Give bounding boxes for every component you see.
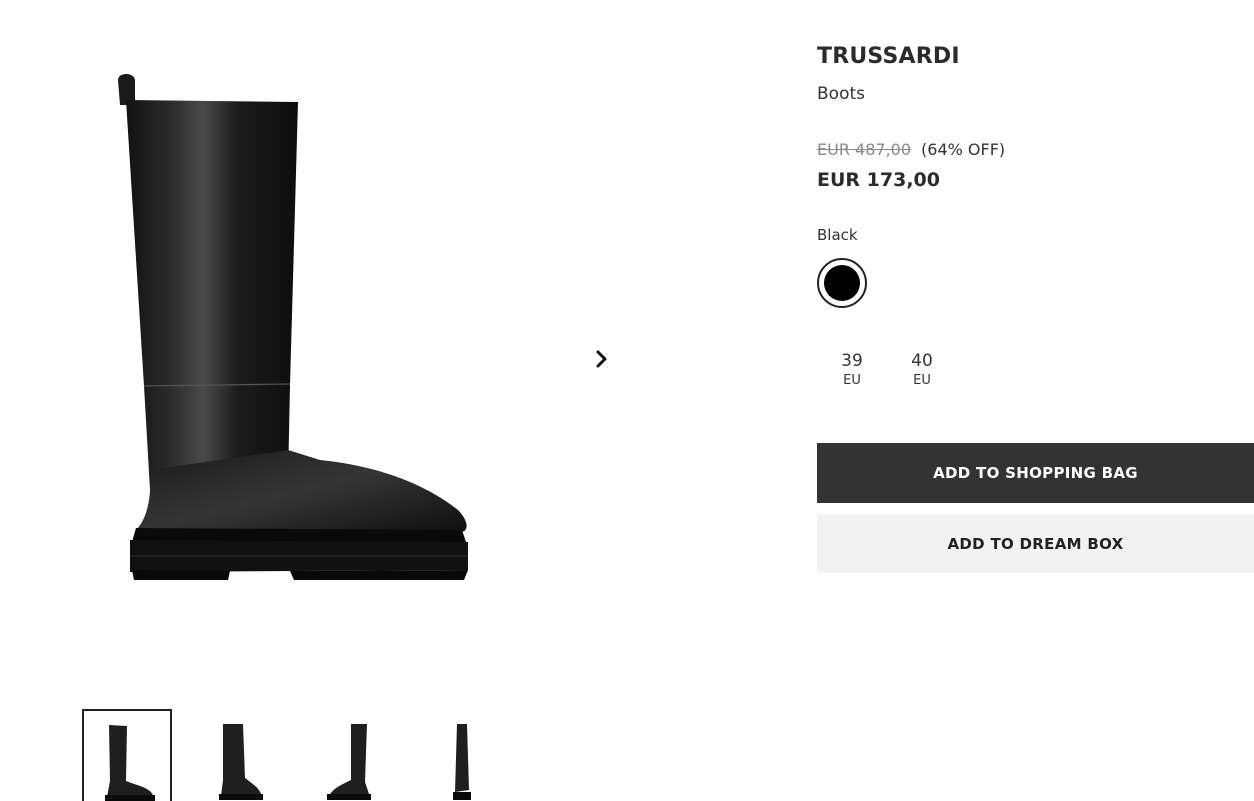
- thumbnail-4[interactable]: [418, 709, 508, 801]
- size-option-40[interactable]: 40 EU: [887, 350, 957, 390]
- color-swatch-dot: [824, 265, 860, 301]
- brand-name[interactable]: TRUSSARDI: [817, 44, 960, 69]
- original-price: EUR 487,00: [817, 140, 912, 159]
- discount-badge: (64% OFF): [921, 140, 1006, 159]
- add-to-bag-button[interactable]: ADD TO SHOPPING BAG: [817, 443, 1254, 503]
- size-value: 40: [911, 351, 933, 371]
- thumbnail-boot-side: [105, 725, 155, 801]
- size-value: 39: [841, 351, 863, 371]
- product-title: Boots: [817, 84, 865, 104]
- product-info: TRUSSARDI Boots EUR 487,00 (64% OFF) EUR…: [817, 0, 1254, 801]
- size-unit: EU: [913, 373, 931, 388]
- chevron-right-icon: [596, 350, 607, 368]
- product-gallery: [0, 0, 780, 801]
- thumbnail-boot-back: [327, 724, 371, 800]
- thumbnail-boot-front: [453, 724, 471, 800]
- color-swatch-black[interactable]: [817, 258, 867, 308]
- thumbnail-3[interactable]: [306, 709, 396, 801]
- size-option-39[interactable]: 39 EU: [817, 350, 887, 390]
- add-to-dream-box-button[interactable]: ADD TO DREAM BOX: [817, 514, 1254, 573]
- product-main-image: [80, 50, 530, 630]
- price-row: EUR 487,00 (64% OFF): [817, 140, 1005, 159]
- thumbnail-2[interactable]: [194, 709, 284, 801]
- thumbnail-strip: [82, 709, 508, 801]
- thumbnail-boot-angle: [219, 724, 263, 800]
- next-image-button[interactable]: [588, 345, 616, 373]
- color-label: Black: [817, 226, 858, 244]
- boot-image: [118, 74, 468, 580]
- thumbnail-1[interactable]: [82, 709, 172, 801]
- size-selector: 39 EU 40 EU: [817, 350, 957, 390]
- sale-price: EUR 173,00: [817, 169, 940, 191]
- size-unit: EU: [843, 373, 861, 388]
